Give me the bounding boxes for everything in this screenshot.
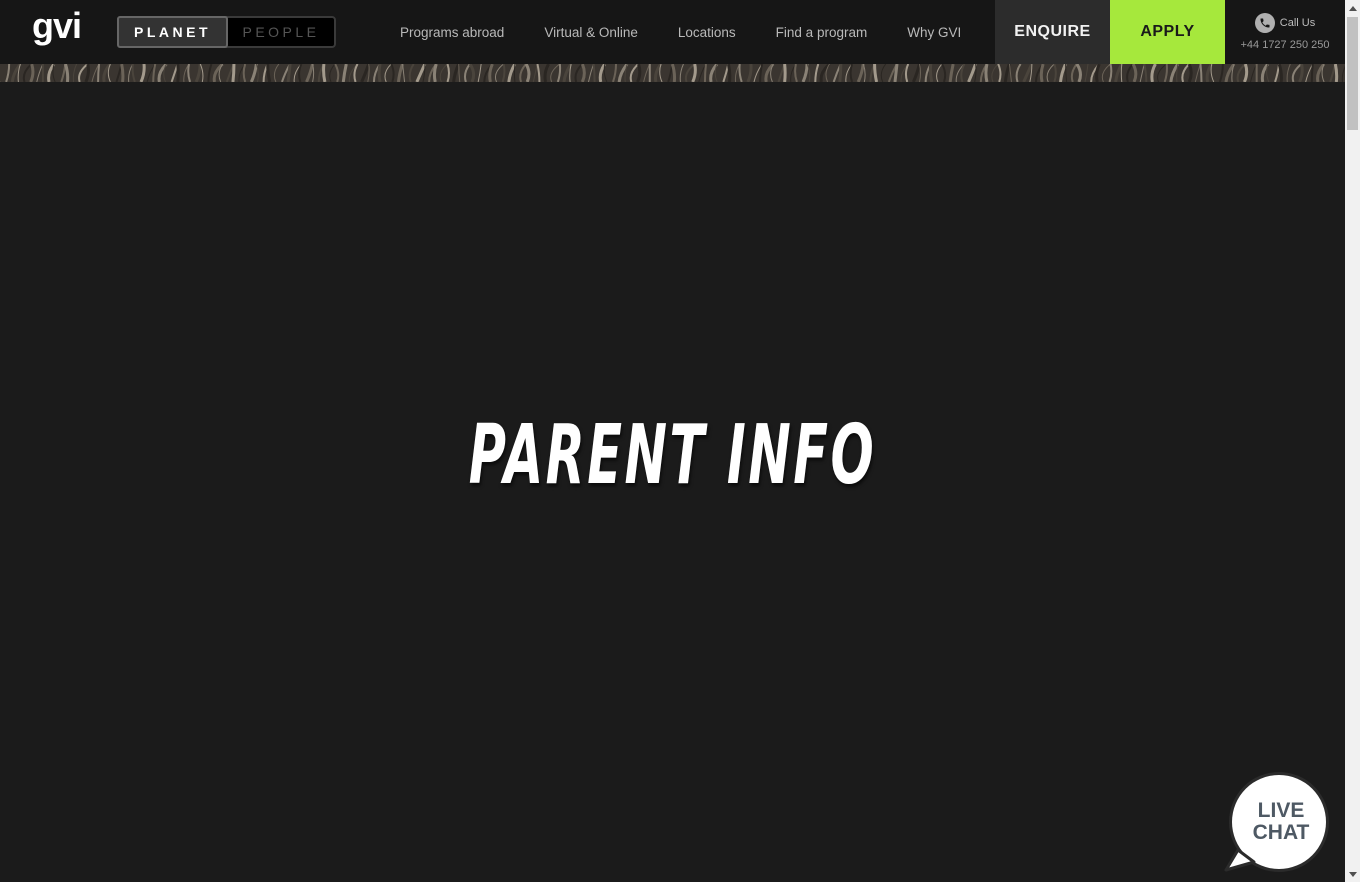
live-chat-line2: CHAT [1252,821,1310,844]
scroll-thumb[interactable] [1347,17,1358,130]
call-us-label: Call Us [1279,17,1316,29]
nav-virtual-online[interactable]: Virtual & Online [524,25,658,40]
phone-icon [1254,13,1275,33]
enquire-button[interactable]: ENQUIRE [995,0,1110,64]
site-header: gvi PLANET PEOPLE Programs abroad Virtua… [0,0,1345,64]
nav-find-a-program[interactable]: Find a program [756,25,888,40]
scroll-down-arrow-icon[interactable] [1345,867,1360,882]
page: gvi PLANET PEOPLE Programs abroad Virtua… [0,0,1345,882]
toggle-planet[interactable]: PLANET [117,16,228,48]
call-us-link[interactable]: Call Us +44 1727 250 250 [1225,0,1345,64]
phone-number: +44 1727 250 250 [1240,39,1330,51]
live-chat-button[interactable]: LIVE CHAT [1224,772,1334,874]
live-chat-label: LIVE CHAT [1238,800,1324,844]
live-chat-line1: LIVE [1257,799,1305,822]
call-us-top: Call Us [1254,13,1316,33]
nav-locations[interactable]: Locations [658,25,756,40]
planet-people-toggle[interactable]: PLANET PEOPLE [117,16,336,48]
logo-text: gvi [32,8,81,46]
gvi-logo[interactable]: gvi [32,8,90,54]
vertical-scrollbar[interactable] [1345,0,1360,882]
main-nav: Programs abroad Virtual & Online Locatio… [380,0,981,64]
page-title: PARENT INFO [468,408,877,503]
toggle-people[interactable]: PEOPLE [228,18,334,46]
apply-button[interactable]: APPLY [1110,0,1225,64]
scroll-up-arrow-icon[interactable] [1345,0,1360,15]
hero-image-strip [0,64,1345,82]
nav-programs-abroad[interactable]: Programs abroad [380,25,524,40]
nav-why-gvi[interactable]: Why GVI [887,25,981,40]
